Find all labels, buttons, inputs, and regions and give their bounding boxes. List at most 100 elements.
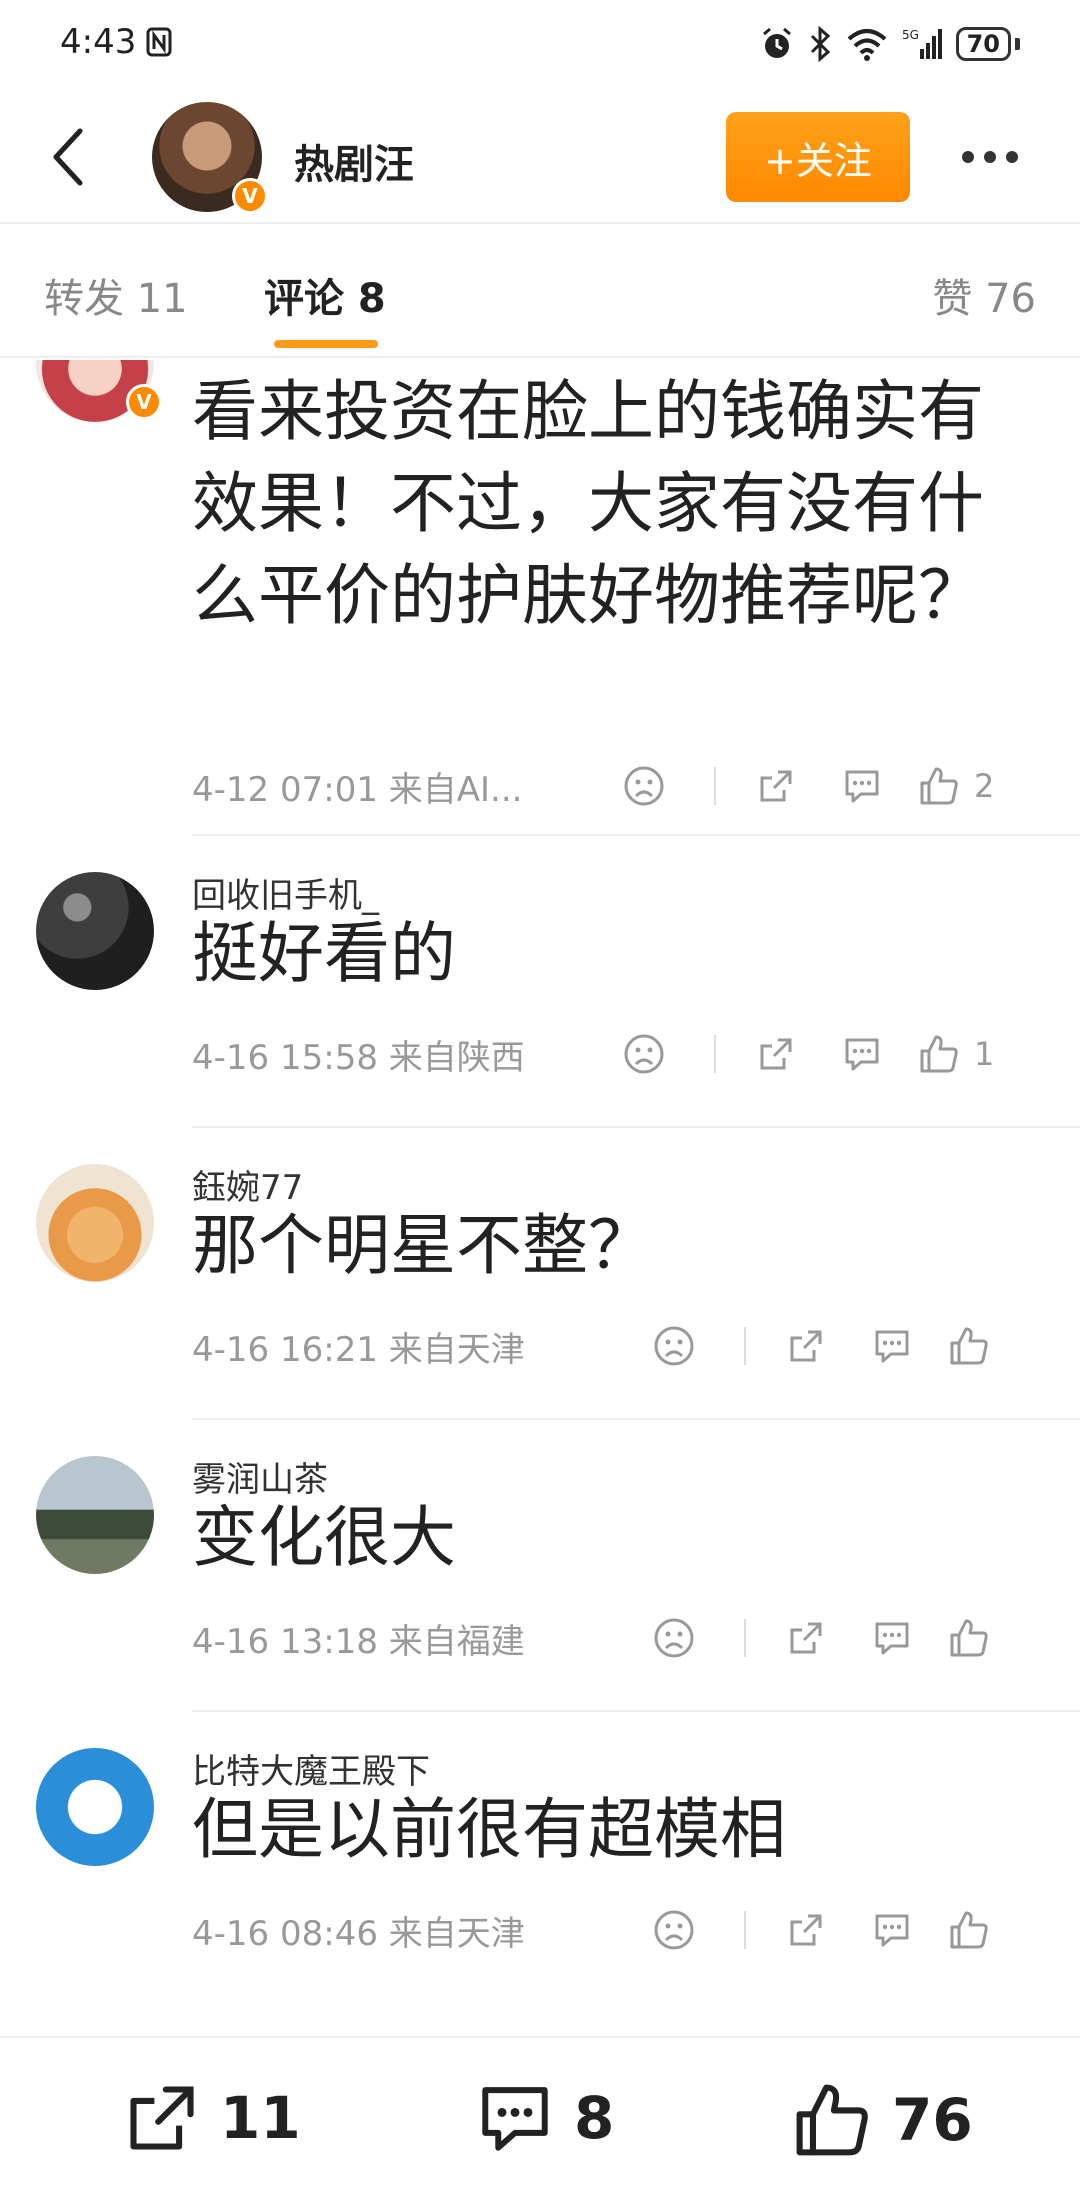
thumbs-up-icon <box>950 1327 988 1365</box>
reply-button[interactable] <box>862 1910 922 1950</box>
repost-count: 11 <box>220 2084 301 2152</box>
repost-button[interactable] <box>746 766 806 806</box>
comment-icon <box>875 1330 909 1363</box>
author-name[interactable]: 热剧汪 <box>294 132 414 190</box>
verified-badge-icon: V <box>232 178 268 214</box>
like-button[interactable] <box>948 1325 1004 1367</box>
dislike-button[interactable] <box>614 1034 674 1074</box>
comment-text: 变化很大 <box>192 1499 456 1576</box>
battery-indicator: 70 <box>955 27 1011 61</box>
wifi-icon <box>847 29 886 61</box>
like-button[interactable] <box>948 1617 1004 1659</box>
more-dot-icon <box>984 151 996 163</box>
share-icon <box>790 1330 822 1362</box>
thumbs-up-icon <box>920 1035 958 1073</box>
comment-meta: 4-16 15:58 来自陕西 <box>192 1037 525 1078</box>
signal-icon: 5G <box>902 28 942 59</box>
comment-item: 雾润山茶 变化很大 4-16 13:18 来自福建 <box>0 1420 1080 1712</box>
more-options-button[interactable] <box>950 122 1030 192</box>
action-separator <box>714 767 716 805</box>
bottom-action-bar: 11 8 76 <box>0 2036 1080 2204</box>
like-button[interactable] <box>948 1909 1004 1951</box>
alarm-icon <box>762 27 791 58</box>
comment-icon <box>875 1622 909 1655</box>
share-icon <box>760 1038 792 1070</box>
like-count-total: 76 <box>892 2086 973 2154</box>
sad-face-icon <box>654 1910 694 1950</box>
reply-button[interactable] <box>862 1326 922 1366</box>
commenter-avatar[interactable] <box>36 1748 154 1866</box>
repost-button[interactable] <box>776 1618 836 1658</box>
sad-face-icon <box>624 1034 664 1074</box>
like-count: 2 <box>974 767 995 805</box>
like-button[interactable]: 1 <box>918 1033 994 1075</box>
comment-icon <box>875 1914 909 1947</box>
reply-button[interactable] <box>862 1618 922 1658</box>
bluetooth-icon <box>810 26 830 62</box>
battery-level: 70 <box>966 30 1000 58</box>
comment-item: 比特大魔王殿下 但是以前很有超模相 4-16 08:46 来自天津 <box>0 1712 1080 2000</box>
comment-action-button[interactable]: 8 <box>476 2080 614 2156</box>
comment-item: 鈺婉77 那个明星不整？ 4-16 16:21 来自天津 <box>0 1128 1080 1420</box>
share-icon <box>760 770 792 802</box>
more-dot-icon <box>1006 151 1018 163</box>
repost-button[interactable] <box>776 1910 836 1950</box>
share-icon <box>790 1914 822 1946</box>
thumbs-up-icon <box>950 1911 988 1949</box>
battery-tip <box>1015 38 1020 50</box>
tab-comments[interactable]: 评论 8 <box>264 266 386 324</box>
comment-meta: 4-16 13:18 来自福建 <box>192 1621 525 1662</box>
dislike-button[interactable] <box>614 766 674 806</box>
comment-icon <box>482 2087 548 2151</box>
like-button[interactable]: 2 <box>918 765 994 807</box>
reply-button[interactable] <box>832 1034 892 1074</box>
comment-text: 看来投资在脸上的钱确实有效果！不过，大家有没有什么平价的护肤好物推荐呢？ <box>192 373 984 634</box>
dislike-button[interactable] <box>644 1910 704 1950</box>
comment-icon <box>845 770 879 803</box>
repost-action-button[interactable]: 11 <box>124 2080 301 2156</box>
profile-header: V 热剧汪 +关注 <box>0 92 1080 224</box>
tab-likes[interactable]: 赞 76 <box>932 266 1036 324</box>
more-dot-icon <box>962 151 974 163</box>
comment-count: 8 <box>574 2084 615 2152</box>
status-bar: 4:43 5G 70 <box>0 0 1080 92</box>
sad-face-icon <box>654 1618 694 1658</box>
commenter-avatar[interactable] <box>36 1456 154 1574</box>
repost-button[interactable] <box>746 1034 806 1074</box>
repost-button[interactable] <box>776 1326 836 1366</box>
share-icon <box>130 2086 194 2150</box>
commenter-avatar[interactable] <box>36 1164 154 1282</box>
interaction-tabs: 转发 11 评论 8 赞 76 <box>0 224 1080 358</box>
commenter-avatar[interactable] <box>36 872 154 990</box>
reply-button[interactable] <box>832 766 892 806</box>
comment-item: 回收旧手机_ 挺好看的 4-16 15:58 来自陕西 1 <box>0 836 1080 1128</box>
comment-meta: 4-16 16:21 来自天津 <box>192 1329 525 1370</box>
active-tab-indicator <box>274 340 378 348</box>
tab-reposts[interactable]: 转发 11 <box>44 266 188 324</box>
sad-face-icon <box>654 1326 694 1366</box>
back-button[interactable] <box>38 122 98 192</box>
action-separator <box>744 1911 746 1949</box>
follow-button[interactable]: +关注 <box>726 112 910 202</box>
comment-text: 那个明星不整？ <box>192 1207 654 1284</box>
comment-text: 挺好看的 <box>192 915 456 992</box>
dislike-button[interactable] <box>644 1618 704 1658</box>
sad-face-icon <box>624 766 664 806</box>
action-separator <box>744 1327 746 1365</box>
thumbs-up-icon <box>920 767 958 805</box>
action-separator <box>744 1619 746 1657</box>
like-action-button[interactable]: 76 <box>792 2080 973 2160</box>
author-avatar[interactable]: V <box>152 102 268 214</box>
chevron-left-icon <box>53 128 83 186</box>
comment-list[interactable]: V 看来投资在脸上的钱确实有效果！不过，大家有没有什么平价的护肤好物推荐呢？ 4… <box>0 360 1080 2000</box>
comment-icon <box>845 1038 879 1071</box>
commenter-avatar[interactable]: V <box>36 360 162 422</box>
comment-meta: 4-12 07:01 来自AI... <box>192 769 523 810</box>
action-separator <box>714 1035 716 1073</box>
nfc-icon <box>146 27 172 57</box>
verified-badge-icon: V <box>126 384 162 420</box>
thumbs-up-icon <box>796 2084 868 2156</box>
comment-item: V 看来投资在脸上的钱确实有效果！不过，大家有没有什么平价的护肤好物推荐呢？ 4… <box>0 360 1080 836</box>
dislike-button[interactable] <box>644 1326 704 1366</box>
status-time: 4:43 <box>60 22 137 62</box>
